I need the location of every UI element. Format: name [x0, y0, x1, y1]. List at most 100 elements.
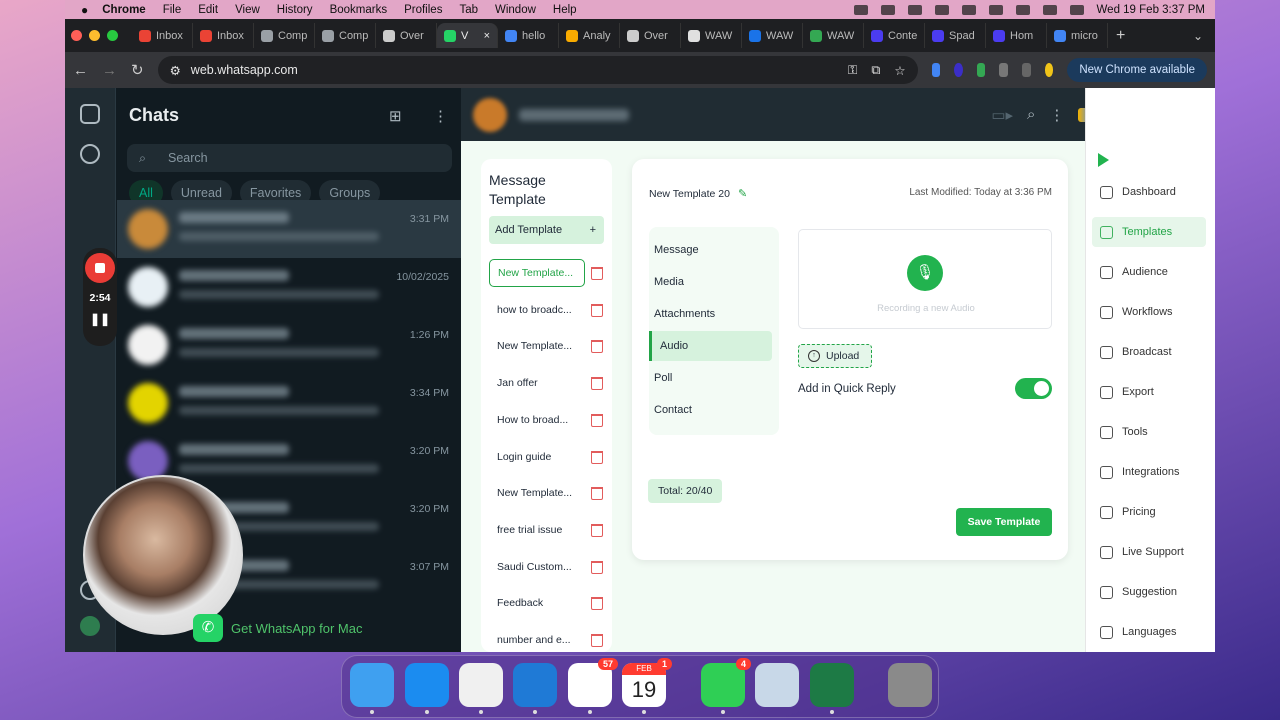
- back-icon[interactable]: ←: [73, 62, 88, 79]
- browser-tab[interactable]: Comp: [254, 23, 315, 48]
- add-template-button[interactable]: Add Template +: [489, 216, 604, 244]
- video-call-icon[interactable]: ▭▸: [991, 106, 1013, 124]
- status-icon[interactable]: [853, 4, 868, 15]
- section-tab-poll[interactable]: Poll: [654, 363, 772, 393]
- browser-tab[interactable]: hello: [498, 23, 559, 48]
- trash-icon[interactable]: [591, 487, 603, 501]
- status-icon[interactable]: [80, 144, 100, 164]
- microphone-icon[interactable]: 🎙: [907, 255, 943, 291]
- browser-tab[interactable]: Analy: [559, 23, 620, 48]
- trash-icon[interactable]: [591, 340, 603, 354]
- nav-item-live-support[interactable]: Live Support: [1092, 537, 1206, 567]
- nav-item-pricing[interactable]: Pricing: [1092, 497, 1206, 527]
- tab-search-icon[interactable]: ⌄: [1193, 29, 1203, 43]
- bookmark-star-icon[interactable]: ☆: [894, 63, 905, 78]
- browser-tab[interactable]: WAW: [803, 23, 864, 48]
- browser-tab[interactable]: Over: [620, 23, 681, 48]
- trash-icon[interactable]: [591, 450, 603, 464]
- nav-item-dashboard[interactable]: Dashboard: [1092, 177, 1206, 207]
- menubar-clock[interactable]: Wed 19 Feb 3:37 PM: [1097, 4, 1205, 16]
- template-list-item[interactable]: Saudi Custom...: [489, 553, 585, 581]
- zoom-window-button[interactable]: [107, 30, 118, 41]
- browser-tab[interactable]: Over: [376, 23, 437, 48]
- template-list-item[interactable]: Login guide: [489, 443, 585, 471]
- puzzle-extensions-icon[interactable]: [999, 63, 1009, 77]
- spotlight-icon[interactable]: [1015, 4, 1030, 15]
- chat-list-item[interactable]: 3:31 PM: [117, 200, 461, 258]
- omnibox[interactable]: ⚙ web.whatsapp.com ⚿ ⧉ ☆: [157, 56, 918, 84]
- menu-history[interactable]: History: [277, 4, 313, 16]
- translate-extension-icon[interactable]: [931, 63, 941, 77]
- contact-avatar[interactable]: [473, 97, 507, 132]
- new-tab-button[interactable]: +: [1116, 27, 1125, 45]
- battery-icon[interactable]: [961, 4, 976, 15]
- trash-icon[interactable]: [591, 523, 603, 537]
- search-icon[interactable]: ⌕: [1027, 106, 1035, 123]
- trash-icon[interactable]: [591, 267, 603, 280]
- nav-item-tools[interactable]: Tools: [1092, 417, 1206, 447]
- nav-item-broadcast[interactable]: Broadcast: [1092, 337, 1206, 367]
- more-menu-icon[interactable]: ⋮: [1049, 106, 1064, 124]
- menu-app-name[interactable]: Chrome: [102, 4, 145, 16]
- new-chat-icon[interactable]: ⊞: [389, 107, 402, 125]
- menu-file[interactable]: File: [163, 4, 182, 16]
- nav-item-languages[interactable]: Languages: [1092, 617, 1206, 647]
- download-icon[interactable]: [1022, 63, 1031, 77]
- nav-item-workflows[interactable]: Workflows: [1092, 297, 1206, 327]
- siri-icon[interactable]: [1069, 4, 1084, 15]
- contact-name-blurred[interactable]: [519, 108, 629, 121]
- browser-tab[interactable]: Comp: [315, 23, 376, 48]
- trash-icon[interactable]: [591, 597, 603, 611]
- menu-edit[interactable]: Edit: [198, 4, 218, 16]
- browser-tab[interactable]: Inbox: [193, 23, 254, 48]
- quick-reply-toggle[interactable]: [1015, 378, 1052, 399]
- browser-tab[interactable]: Hom: [986, 23, 1047, 48]
- browser-tab[interactable]: micro: [1047, 23, 1108, 48]
- play-icon[interactable]: [1098, 153, 1109, 167]
- section-tab-audio[interactable]: Audio: [649, 331, 772, 361]
- profile-avatar[interactable]: [80, 616, 100, 636]
- menu-help[interactable]: Help: [553, 4, 577, 16]
- site-info-icon[interactable]: ⚙: [170, 63, 181, 78]
- section-tab-contact[interactable]: Contact: [654, 395, 772, 425]
- nav-item-audience[interactable]: Audience: [1092, 257, 1206, 287]
- save-template-button[interactable]: Save Template: [956, 508, 1052, 536]
- dock-app-vscode[interactable]: [513, 663, 557, 714]
- chat-list-item[interactable]: 3:34 PM: [117, 374, 461, 432]
- template-list-item[interactable]: New Template...: [489, 479, 585, 507]
- browser-tab[interactable]: WAW: [742, 23, 803, 48]
- chat-list-item[interactable]: 10/02/2025: [117, 258, 461, 316]
- dock-app-preview[interactable]: [755, 663, 799, 707]
- trash-icon[interactable]: [591, 377, 603, 391]
- get-whatsapp-mac-link[interactable]: ✆ Get WhatsApp for Mac: [193, 614, 363, 642]
- dock-app-slack[interactable]: 57: [568, 658, 618, 714]
- close-tab-icon[interactable]: ×: [484, 30, 490, 42]
- minimize-window-button[interactable]: [89, 30, 100, 41]
- section-tab-message[interactable]: Message: [654, 235, 772, 265]
- forward-icon[interactable]: →: [102, 62, 117, 79]
- control-center-icon[interactable]: [1042, 4, 1057, 15]
- menu-tab[interactable]: Tab: [459, 4, 478, 16]
- browser-tab[interactable]: V ×: [437, 23, 498, 48]
- dock-app-facetime[interactable]: 4: [701, 658, 751, 714]
- edit-icon[interactable]: ✎: [738, 187, 747, 200]
- reload-icon[interactable]: ↻: [131, 61, 144, 79]
- browser-tab[interactable]: WAW: [681, 23, 742, 48]
- nav-item-templates[interactable]: Templates: [1092, 217, 1206, 247]
- template-list-item[interactable]: Feedback: [489, 589, 585, 617]
- extension-icon[interactable]: [954, 63, 963, 77]
- template-list-item[interactable]: New Template...: [489, 332, 585, 360]
- browser-tab[interactable]: Conte: [864, 23, 925, 48]
- password-icon[interactable]: ⚿: [848, 63, 858, 78]
- stop-recording-button[interactable]: [85, 253, 115, 283]
- browser-tab[interactable]: Inbox: [132, 23, 193, 48]
- bluetooth-icon[interactable]: [907, 4, 922, 15]
- trash-icon[interactable]: [591, 560, 603, 574]
- template-list-item[interactable]: How to broad...: [489, 406, 585, 434]
- menu-view[interactable]: View: [235, 4, 260, 16]
- chat-list-item[interactable]: 1:26 PM: [117, 316, 461, 374]
- dock-app-finder[interactable]: [350, 663, 394, 714]
- section-tab-attachments[interactable]: Attachments: [654, 299, 772, 329]
- template-list-item[interactable]: New Template...: [489, 259, 585, 287]
- dock-app-trash[interactable]: [888, 663, 932, 707]
